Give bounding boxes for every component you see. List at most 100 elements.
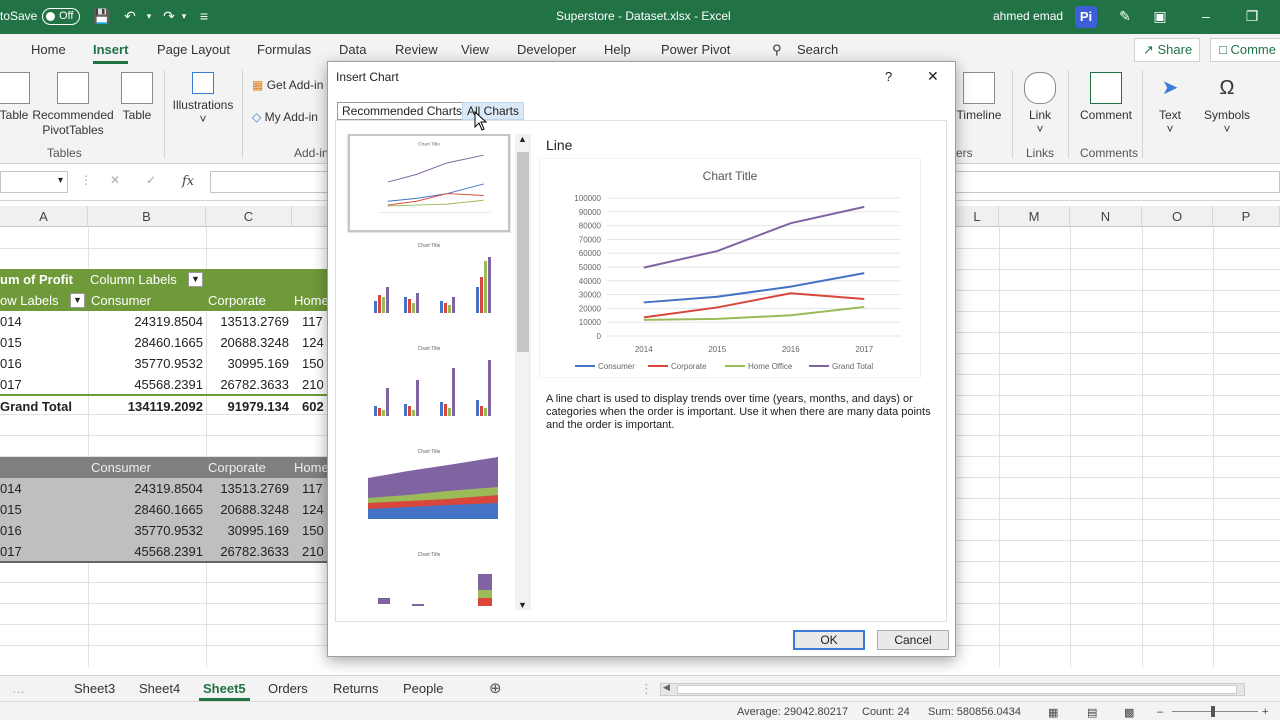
table-cell[interactable]: 134119.2092 — [88, 396, 203, 417]
recommended-pivottables-button[interactable]: Recommended PivotTables — [30, 72, 116, 138]
table-cell[interactable]: 016 — [0, 520, 22, 541]
pivot-row-labels[interactable]: ow Labels — [0, 290, 59, 311]
table-cell[interactable]: 26782.3633 — [206, 374, 289, 395]
sheet-tab-returns[interactable]: Returns — [333, 681, 379, 696]
cancel-button[interactable]: Cancel — [877, 630, 949, 650]
table-cell[interactable]: 602 — [302, 396, 324, 417]
table-cell[interactable]: 24319.8504 — [88, 478, 203, 499]
table-cell[interactable]: 20688.3248 — [206, 499, 289, 520]
share-button[interactable]: ↗ Share — [1134, 38, 1200, 62]
restore-icon[interactable]: ❐ — [1243, 7, 1261, 25]
redo-dropdown-icon[interactable]: ▾ — [175, 7, 193, 25]
symbols-button[interactable]: Ω Symbols ˅ — [1202, 72, 1252, 136]
scroll-down-icon[interactable]: ▼ — [518, 600, 527, 610]
table-cell[interactable]: 28460.1665 — [88, 332, 203, 353]
tab-review[interactable]: Review — [395, 42, 438, 57]
filter-dropdown-icon[interactable]: ▼ — [188, 272, 203, 287]
autosave-toggle[interactable]: Off — [42, 8, 80, 25]
table-cell[interactable]: 014 — [0, 478, 22, 499]
table-cell[interactable]: 124 — [302, 499, 324, 520]
table-cell[interactable]: 13513.2769 — [206, 478, 289, 499]
close-icon[interactable]: ✕ — [927, 68, 939, 85]
table-cell[interactable]: 014 — [0, 311, 22, 332]
ok-button[interactable]: OK — [793, 630, 865, 650]
add-sheet-icon[interactable]: ⊕ — [489, 679, 502, 697]
zoom-slider-handle[interactable] — [1211, 706, 1215, 717]
undo-dropdown-icon[interactable]: ▾ — [140, 7, 158, 25]
table-cell[interactable]: 30995.169 — [206, 520, 289, 541]
tab-help[interactable]: Help — [604, 42, 631, 57]
illustrations-button[interactable]: Illustrations ˅ — [170, 72, 236, 126]
table-cell[interactable]: 015 — [0, 499, 22, 520]
customize-toolbar-icon[interactable]: ≡ — [195, 7, 213, 25]
text-button[interactable]: ➤ Text ˅ — [1150, 72, 1190, 136]
timeline-button[interactable]: Timeline — [956, 72, 1002, 122]
table-cell[interactable]: 150 — [302, 353, 324, 374]
table-cell[interactable]: 015 — [0, 332, 22, 353]
sheet-tab-sheet4[interactable]: Sheet4 — [139, 681, 180, 696]
table-cell[interactable]: 017 — [0, 541, 22, 562]
table-cell[interactable]: 30995.169 — [206, 353, 289, 374]
column-header-m[interactable]: M — [999, 206, 1070, 227]
table-cell[interactable]: 017 — [0, 374, 22, 395]
tab-page-layout[interactable]: Page Layout — [157, 42, 230, 57]
column-header-n[interactable]: N — [1070, 206, 1142, 227]
save-icon[interactable]: 💾 — [93, 7, 111, 25]
column-header-o[interactable]: O — [1142, 206, 1213, 227]
table-cell[interactable]: 210 — [302, 541, 324, 562]
pivot-table-button[interactable]: Table — [0, 72, 34, 122]
table-cell[interactable]: 016 — [0, 353, 22, 374]
scrollbar-thumb[interactable] — [517, 152, 529, 352]
undo-icon[interactable]: ↶ — [121, 7, 139, 25]
table-cell[interactable]: 24319.8504 — [88, 311, 203, 332]
zoom-in-icon[interactable]: + — [1262, 706, 1268, 718]
column-header-c[interactable]: C — [206, 206, 292, 227]
table-cell[interactable]: 35770.9532 — [88, 353, 203, 374]
tab-power-pivot[interactable]: Power Pivot — [661, 42, 730, 57]
tab-developer[interactable]: Developer — [517, 42, 576, 57]
filter-dropdown-icon[interactable]: ▼ — [70, 293, 85, 308]
comment-button[interactable]: Comment — [1074, 72, 1138, 122]
insert-function-icon[interactable]: fx — [182, 174, 194, 189]
tab-view[interactable]: View — [461, 42, 489, 57]
pivot-column-labels[interactable]: Column Labels — [90, 269, 177, 290]
thumb-line-chart[interactable]: Chart Title — [348, 134, 510, 232]
table-button[interactable]: Table — [118, 72, 156, 122]
prev-sheet-icon[interactable]: … — [12, 681, 25, 696]
table-cell[interactable]: 20688.3248 — [206, 332, 289, 353]
pen-icon[interactable]: ✎ — [1116, 7, 1134, 25]
thumb-stacked-area-chart[interactable]: Chart Title — [348, 443, 510, 541]
zoom-out-icon[interactable]: – — [1157, 706, 1163, 718]
sheet-tab-sheet3[interactable]: Sheet3 — [74, 681, 115, 696]
ribbon-display-icon[interactable]: ▣ — [1151, 7, 1169, 25]
table-cell[interactable]: 124 — [302, 332, 324, 353]
zoom-slider[interactable] — [1172, 711, 1258, 712]
comments-button[interactable]: □ Comme — [1210, 38, 1280, 62]
table-cell[interactable]: 35770.9532 — [88, 520, 203, 541]
name-box[interactable]: ▾ — [0, 171, 68, 193]
page-break-view-icon[interactable]: ▩ — [1124, 706, 1134, 719]
grand-total-label[interactable]: Grand Total — [0, 396, 72, 417]
scrollbar-thumb[interactable] — [677, 685, 1237, 694]
normal-view-icon[interactable]: ▦ — [1048, 706, 1058, 719]
column-header-d[interactable] — [292, 206, 332, 227]
search-label[interactable]: Search — [797, 42, 838, 57]
table-cell[interactable]: 28460.1665 — [88, 499, 203, 520]
tab-home[interactable]: Home — [31, 42, 66, 57]
scroll-up-icon[interactable]: ▲ — [518, 134, 527, 144]
cancel-icon[interactable]: ✕ — [110, 173, 120, 187]
user-name[interactable]: ahmed emad — [993, 9, 1063, 23]
tab-insert[interactable]: Insert — [93, 42, 129, 64]
table-cell[interactable]: 45568.2391 — [88, 374, 203, 395]
scroll-left-icon[interactable]: ◀ — [663, 682, 670, 693]
table-cell[interactable]: 150 — [302, 520, 324, 541]
column-header-a[interactable]: A — [0, 206, 88, 227]
user-avatar[interactable]: Pi — [1075, 6, 1097, 28]
table-cell[interactable]: 210 — [302, 374, 324, 395]
get-addins-button[interactable]: ▦ Get Add-in — [252, 78, 323, 92]
sheet-tab-sheet5[interactable]: Sheet5 — [199, 681, 250, 701]
thumb-clustered-column-chart[interactable]: Chart Title — [348, 237, 510, 335]
tab-all-charts[interactable]: All Charts — [462, 102, 525, 120]
search-icon[interactable]: ⚲ — [772, 42, 782, 58]
thumb-scrollbar[interactable]: ▲ ▼ — [515, 134, 531, 610]
